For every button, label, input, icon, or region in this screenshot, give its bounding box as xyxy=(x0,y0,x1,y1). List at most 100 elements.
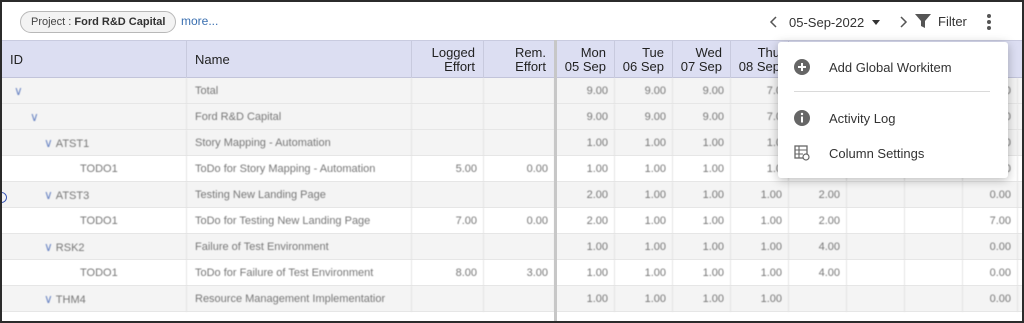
cell-sun[interactable] xyxy=(905,234,963,260)
menu-item-label: Column Settings xyxy=(829,145,925,161)
cell-mon[interactable]: 1.00 xyxy=(557,234,615,260)
cell-thu[interactable]: 1.00 xyxy=(731,234,789,260)
cell-fri[interactable]: 2.00 xyxy=(789,208,847,234)
column-header-wed[interactable]: Wed 07 Sep xyxy=(673,41,731,78)
cell-wed[interactable]: 1.00 xyxy=(673,130,731,156)
cell-id: ∨ THM4 xyxy=(2,286,187,312)
logged-effort-line2: Effort xyxy=(444,58,475,74)
cell-mon[interactable]: 2.00 xyxy=(557,208,615,234)
cell-fri[interactable]: 4.00 xyxy=(789,234,847,260)
cell-total[interactable]: 0.00 xyxy=(963,286,1018,312)
menu-item-add-global-workitem[interactable]: Add Global Workitem xyxy=(778,52,1008,82)
cell-wed[interactable]: 1.00 xyxy=(673,260,731,286)
expand-toggle-icon[interactable]: ∨ xyxy=(44,130,53,156)
cell-rem[interactable]: 3.00 xyxy=(484,260,555,286)
filter-button[interactable]: Filter xyxy=(914,12,967,30)
cell-mon[interactable]: 1.00 xyxy=(557,156,615,182)
cell-tue[interactable]: 1.00 xyxy=(615,234,673,260)
more-link[interactable]: more... xyxy=(181,14,218,28)
menu-item-activity-log[interactable]: Activity Log xyxy=(778,103,1008,133)
cell-rem[interactable] xyxy=(484,182,555,208)
cell-rem[interactable] xyxy=(484,130,555,156)
expand-toggle-icon[interactable]: ∨ xyxy=(44,234,53,260)
expand-toggle-icon[interactable]: ∨ xyxy=(44,182,53,208)
cell-mon: 9.00 xyxy=(557,104,615,130)
cell-wed[interactable]: 1.00 xyxy=(673,208,731,234)
expand-toggle-icon[interactable]: ∨ xyxy=(44,286,53,312)
cell-mon[interactable]: 1.00 xyxy=(557,286,615,312)
column-header-logged-effort[interactable]: Logged Effort xyxy=(412,41,484,78)
cell-tue[interactable]: 1.00 xyxy=(615,130,673,156)
table-row[interactable]: TODO1 ToDo for Testing New Landing Page 7.… xyxy=(2,208,1022,234)
column-header-name[interactable]: Name xyxy=(187,41,412,78)
cell-sat[interactable] xyxy=(847,234,905,260)
cell-wed[interactable]: 1.00 xyxy=(673,286,731,312)
column-header-tue[interactable]: Tue 06 Sep xyxy=(615,41,673,78)
cell-sat[interactable] xyxy=(847,260,905,286)
cell-wed[interactable]: 1.00 xyxy=(673,234,731,260)
cell-wed[interactable]: 1.00 xyxy=(673,182,731,208)
date-picker-value[interactable]: 05-Sep-2022 xyxy=(789,15,864,30)
project-filter-chip[interactable]: Project : Ford R&D Capital xyxy=(20,11,177,33)
cell-sun[interactable] xyxy=(905,286,963,312)
cell-logged[interactable] xyxy=(412,130,484,156)
cell-sat[interactable] xyxy=(847,182,905,208)
table-row[interactable]: ∨ RSK2 Failure of Test Environment 1.00 1.00… xyxy=(2,234,1022,260)
chevron-right-icon xyxy=(900,16,908,28)
cell-thu[interactable]: 1.00 xyxy=(731,260,789,286)
cell-logged[interactable]: 8.00 xyxy=(412,260,484,286)
cell-total[interactable]: 7.00 xyxy=(963,208,1018,234)
next-date-button[interactable] xyxy=(896,13,912,31)
menu-item-label: Activity Log xyxy=(829,110,896,126)
cell-sun[interactable] xyxy=(905,182,963,208)
cell-rem[interactable]: 0.00 xyxy=(484,208,555,234)
date-dropdown-button[interactable] xyxy=(870,16,882,28)
cell-logged[interactable]: 7.00 xyxy=(412,208,484,234)
cell-fri[interactable]: 4.00 xyxy=(789,260,847,286)
cell-thu[interactable]: 1.00 xyxy=(731,208,789,234)
cell-tue[interactable]: 1.00 xyxy=(615,260,673,286)
expand-toggle-icon[interactable]: ∨ xyxy=(14,78,23,104)
cell-mon[interactable]: 1.00 xyxy=(557,130,615,156)
cell-sat[interactable] xyxy=(847,286,905,312)
table-row[interactable]: ∨ THM4 Resource Management Implementatior 1… xyxy=(2,286,1022,312)
day-date: 06 Sep xyxy=(622,58,664,74)
cell-mon[interactable]: 1.00 xyxy=(557,260,615,286)
cell-thu[interactable]: 1.00 xyxy=(731,182,789,208)
row-id-label: TODO1 xyxy=(80,215,118,227)
column-header-rem-effort[interactable]: Rem. Effort xyxy=(484,41,555,78)
cell-logged[interactable]: 5.00 xyxy=(412,156,484,182)
cell-sun[interactable] xyxy=(905,208,963,234)
more-options-button[interactable] xyxy=(983,12,995,32)
cell-rem[interactable] xyxy=(484,234,555,260)
expand-toggle-icon[interactable]: ∨ xyxy=(30,104,39,130)
cell-logged[interactable] xyxy=(412,286,484,312)
cell-wed[interactable]: 1.00 xyxy=(673,156,731,182)
cell-logged[interactable] xyxy=(412,182,484,208)
cell-total[interactable]: 0.00 xyxy=(963,234,1018,260)
column-header-mon[interactable]: Mon 05 Sep xyxy=(557,41,615,78)
row-id-label: RSK2 xyxy=(55,242,85,254)
cell-tue[interactable]: 1.00 xyxy=(615,156,673,182)
table-row[interactable]: ∨ ATST3 Testing New Landing Page 2.00 1.00 1.… xyxy=(2,182,1022,208)
cell-rem[interactable] xyxy=(484,286,555,312)
column-header-id[interactable]: ID xyxy=(2,41,187,78)
cell-name: ToDo for Failure of Test Environment xyxy=(187,260,412,286)
cell-sat[interactable] xyxy=(847,208,905,234)
cell-tue[interactable]: 1.00 xyxy=(615,286,673,312)
menu-item-column-settings[interactable]: Column Settings xyxy=(778,138,1008,168)
cell-fri[interactable]: 2.00 xyxy=(789,182,847,208)
cell-sun[interactable] xyxy=(905,260,963,286)
cell-logged[interactable] xyxy=(412,234,484,260)
table-row[interactable]: TODO1 ToDo for Failure of Test Environmen… xyxy=(2,260,1022,286)
cell-thu[interactable]: 1.00 xyxy=(731,286,789,312)
cell-id: TODO1 xyxy=(2,260,187,286)
cell-tue[interactable]: 1.00 xyxy=(615,208,673,234)
previous-date-button[interactable] xyxy=(767,13,783,31)
cell-tue[interactable]: 1.00 xyxy=(615,182,673,208)
cell-mon[interactable]: 2.00 xyxy=(557,182,615,208)
cell-rem[interactable]: 0.00 xyxy=(484,156,555,182)
cell-total[interactable]: 0.00 xyxy=(963,260,1018,286)
cell-fri[interactable] xyxy=(789,286,847,312)
cell-total[interactable]: 0.00 xyxy=(963,182,1018,208)
